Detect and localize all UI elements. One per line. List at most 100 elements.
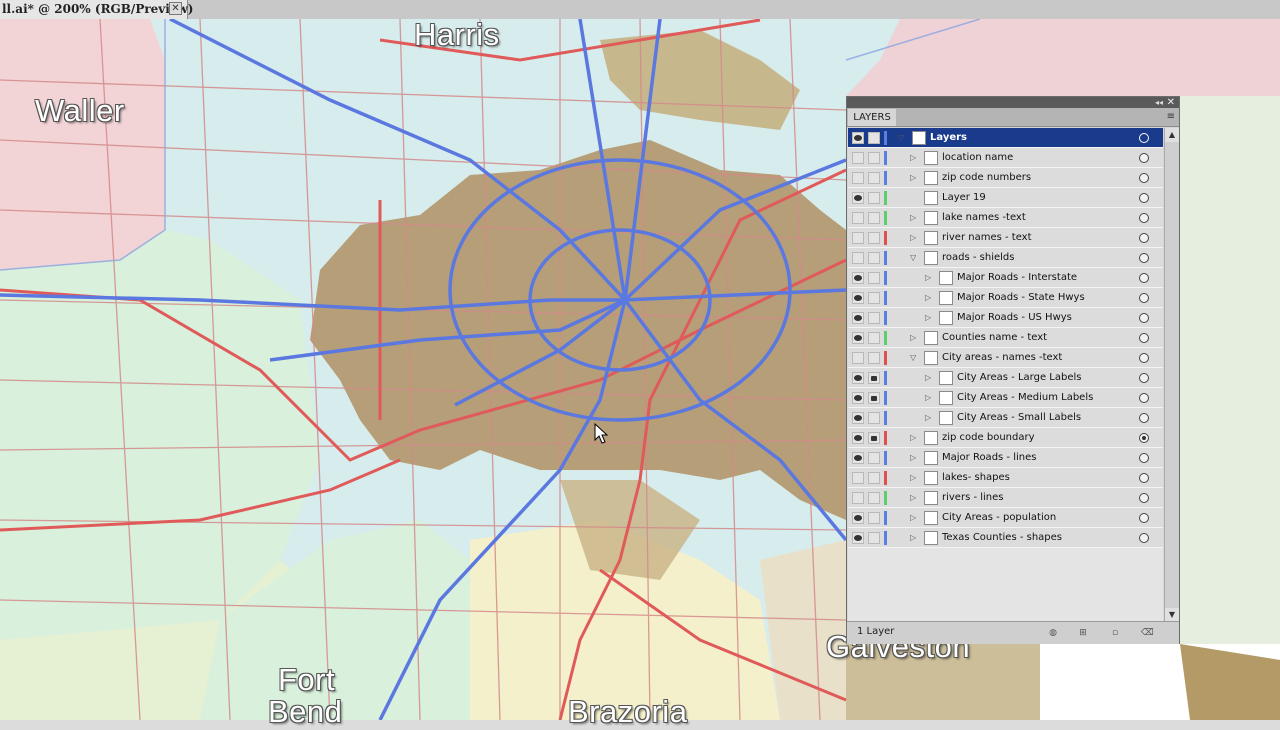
expand-triangle-icon[interactable]: ▷ [925,373,935,383]
expand-triangle-icon[interactable]: ▷ [910,333,920,343]
lock-icon[interactable] [868,512,880,524]
lock-icon[interactable] [868,292,880,304]
lock-icon[interactable] [868,312,880,324]
layer-row[interactable]: ▷ City Areas - population [848,508,1163,528]
layer-name[interactable]: Layers [930,128,967,148]
layer-name[interactable]: Texas Counties - shapes [942,528,1062,548]
layer-row[interactable]: ▷ river names - text [848,228,1163,248]
lock-icon[interactable] [868,392,880,404]
layer-name[interactable]: Counties name - text [942,328,1047,348]
layer-row[interactable]: ▷ Texas Counties - shapes [848,528,1163,548]
visibility-eye-icon[interactable] [852,232,864,244]
layer-row[interactable]: ▷ lakes- shapes [848,468,1163,488]
layer-row[interactable]: ▷ Major Roads - lines [848,448,1163,468]
target-circle-icon[interactable] [1139,233,1149,243]
lock-icon[interactable] [868,192,880,204]
layer-name[interactable]: City Areas - Medium Labels [957,388,1093,408]
document-close-icon[interactable]: ✕ [169,2,182,15]
lock-icon[interactable] [868,252,880,264]
layer-row[interactable]: ▷ City Areas - Large Labels [848,368,1163,388]
layer-name[interactable]: Layer 19 [942,188,986,208]
visibility-eye-icon[interactable] [852,192,864,204]
target-circle-icon[interactable] [1139,293,1149,303]
expand-triangle-icon[interactable]: ▷ [910,213,920,223]
layer-name[interactable]: rivers - lines [942,488,1004,508]
expand-triangle-icon[interactable]: ▷ [910,433,920,443]
lock-icon[interactable] [868,532,880,544]
expand-triangle-icon[interactable]: ▷ [910,513,920,523]
expand-triangle-icon[interactable]: ▷ [910,493,920,503]
target-circle-icon[interactable] [1139,433,1149,443]
target-circle-icon[interactable] [1139,413,1149,423]
expand-triangle-icon[interactable]: ▷ [910,233,920,243]
lock-icon[interactable] [868,412,880,424]
layer-row[interactable]: ▷ City Areas - Small Labels [848,408,1163,428]
collapse-triangle-icon[interactable]: ▽ [910,253,920,263]
scroll-down-icon[interactable]: ▼ [1165,608,1179,622]
layer-name[interactable]: lake names -text [942,208,1026,228]
target-circle-icon[interactable] [1139,533,1149,543]
visibility-eye-icon[interactable] [852,372,864,384]
new-layer-icon[interactable]: ▫ [1109,627,1121,639]
lock-icon[interactable] [868,212,880,224]
layer-row[interactable]: ▷ zip code boundary [848,428,1163,448]
expand-triangle-icon[interactable]: ▷ [910,453,920,463]
lock-icon[interactable] [868,352,880,364]
target-circle-icon[interactable] [1139,213,1149,223]
target-circle-icon[interactable] [1139,193,1149,203]
target-circle-icon[interactable] [1139,373,1149,383]
layer-name[interactable]: lakes- shapes [942,468,1010,488]
layer-name[interactable]: zip code boundary [942,428,1035,448]
delete-layer-icon[interactable]: ⌫ [1141,627,1154,639]
visibility-eye-icon[interactable] [852,172,864,184]
visibility-eye-icon[interactable] [852,392,864,404]
visibility-eye-icon[interactable] [852,212,864,224]
collapse-triangle-icon[interactable]: ▽ [910,353,920,363]
layer-name[interactable]: Major Roads - US Hwys [957,308,1072,328]
lock-icon[interactable] [868,232,880,244]
target-circle-icon[interactable] [1139,173,1149,183]
expand-triangle-icon[interactable]: ▷ [925,293,935,303]
lock-icon[interactable] [868,472,880,484]
layer-name[interactable]: location name [942,148,1013,168]
layer-row[interactable]: ▷ Counties name - text [848,328,1163,348]
layer-name[interactable]: river names - text [942,228,1032,248]
lock-icon[interactable] [868,152,880,164]
layer-name[interactable]: zip code numbers [942,168,1031,188]
visibility-eye-icon[interactable] [852,492,864,504]
visibility-eye-icon[interactable] [852,452,864,464]
layer-name[interactable]: roads - shields [942,248,1014,268]
expand-triangle-icon[interactable]: ▷ [910,473,920,483]
expand-triangle-icon[interactable]: ▷ [925,313,935,323]
layers-scrollbar[interactable]: ▲ ▼ [1164,128,1179,622]
panel-menu-icon[interactable]: ≡ [1167,111,1175,123]
layer-row[interactable]: ▽ roads - shields [848,248,1163,268]
make-clipping-mask-icon[interactable]: ◍ [1047,627,1059,639]
layer-name[interactable]: City Areas - population [942,508,1056,528]
layer-row[interactable]: ▽ City areas - names -text [848,348,1163,368]
document-tab[interactable]: ll.ai* @ 200% (RGB/Preview) [0,0,193,19]
expand-triangle-icon[interactable]: ▷ [910,153,920,163]
lock-icon[interactable] [868,172,880,184]
create-sublayer-icon[interactable]: ⊞ [1077,627,1089,639]
target-circle-icon[interactable] [1139,153,1149,163]
visibility-eye-icon[interactable] [852,472,864,484]
collapse-triangle-icon[interactable]: ▽ [898,133,908,143]
layer-row[interactable]: ▷ Major Roads - State Hwys [848,288,1163,308]
expand-triangle-icon[interactable]: ▷ [925,413,935,423]
panel-title-grip[interactable]: ◂◂ ✕ [847,97,1179,108]
lock-icon[interactable] [868,432,880,444]
expand-triangle-icon[interactable]: ▷ [925,273,935,283]
lock-icon[interactable] [868,452,880,464]
tab-layers[interactable]: LAYERS [848,109,896,126]
layer-row[interactable]: ▷ zip code numbers [848,168,1163,188]
layer-row[interactable]: ▷ Major Roads - US Hwys [848,308,1163,328]
layer-row[interactable]: ▷ location name [848,148,1163,168]
layer-name[interactable]: City Areas - Small Labels [957,408,1081,428]
target-circle-icon[interactable] [1139,393,1149,403]
layer-row[interactable]: ▷ lake names -text [848,208,1163,228]
visibility-eye-icon[interactable] [852,272,864,284]
layer-row[interactable]: ▷ Major Roads - Interstate [848,268,1163,288]
target-circle-icon[interactable] [1139,133,1149,143]
layer-row[interactable]: ▽ Layers [848,128,1163,148]
